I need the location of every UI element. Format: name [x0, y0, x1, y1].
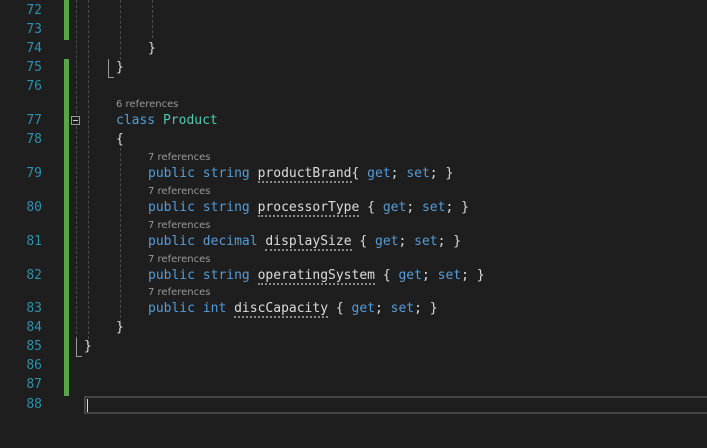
- keyword: get: [375, 234, 399, 249]
- closing-brace: }: [116, 320, 124, 335]
- closing-brace: }: [116, 60, 124, 75]
- type-keyword: string: [202, 268, 250, 283]
- collapse-icon[interactable]: [71, 116, 80, 125]
- line-number: 85: [26, 339, 42, 354]
- opening-brace: {: [116, 132, 124, 147]
- code-editor[interactable]: 72 73 74 75 76 77 78 79 80 81 82 83 84 8…: [0, 0, 707, 448]
- type-keyword: int: [202, 301, 227, 316]
- change-bar: [64, 59, 69, 396]
- keyword: public: [148, 301, 195, 316]
- keyword: set: [421, 200, 446, 215]
- property-declaration: public int discCapacity { get; set; }: [148, 301, 438, 318]
- keyword: public: [148, 200, 195, 215]
- keyword: get: [367, 166, 391, 181]
- line-number: 80: [26, 200, 42, 215]
- keyword: class: [116, 113, 156, 128]
- line-number: 83: [26, 301, 42, 316]
- outline-end-marker: [108, 59, 114, 78]
- codelens-references[interactable]: 7 references: [148, 152, 211, 164]
- line-number: 86: [26, 358, 42, 373]
- codelens-references[interactable]: 7 references: [148, 254, 211, 266]
- keyword: set: [414, 234, 438, 249]
- line-number: 88: [26, 397, 42, 412]
- indent-guide: [88, 0, 89, 344]
- line-number: 76: [26, 79, 42, 94]
- indent-guide: [120, 148, 121, 328]
- codelens-references[interactable]: 7 references: [148, 186, 211, 198]
- type-keyword: decimal: [202, 234, 258, 249]
- change-bar: [64, 0, 69, 40]
- line-number: 74: [26, 41, 42, 56]
- line-number: 75: [26, 60, 42, 75]
- line-number: 78: [26, 132, 42, 147]
- keyword: set: [437, 268, 462, 283]
- closing-brace: }: [84, 339, 92, 354]
- keyword: set: [390, 301, 415, 316]
- property-name: displaySize: [265, 234, 352, 251]
- text-caret: [87, 399, 88, 412]
- line-number: 84: [26, 320, 42, 335]
- property-name: processorType: [257, 200, 360, 217]
- current-line-highlight[interactable]: [84, 396, 707, 414]
- outline-end-marker: [76, 338, 82, 357]
- property-name: operatingSystem: [257, 268, 375, 285]
- line-number: 81: [26, 234, 42, 249]
- property-declaration: public string productBrand{ get; set; }: [148, 166, 454, 183]
- property-declaration: public string operatingSystem { get; set…: [148, 268, 485, 285]
- line-number: 82: [26, 268, 42, 283]
- keyword: public: [148, 166, 195, 181]
- codelens-references[interactable]: 7 references: [148, 287, 211, 299]
- outline-guide: [76, 126, 77, 344]
- property-declaration: public decimal displaySize { get; set; }: [148, 234, 462, 251]
- property-declaration: public string processorType { get; set; …: [148, 200, 469, 217]
- property-name: discCapacity: [234, 301, 329, 318]
- type-keyword: string: [202, 200, 250, 215]
- type-keyword: string: [202, 166, 250, 181]
- class-name: Product: [162, 113, 218, 128]
- keyword: public: [148, 268, 195, 283]
- keyword: public: [148, 234, 195, 249]
- class-declaration: class Product: [116, 112, 218, 130]
- indent-guide: [152, 0, 153, 38]
- keyword: get: [382, 200, 407, 215]
- line-number: 79: [26, 166, 42, 181]
- line-number: 72: [26, 3, 42, 18]
- outline-guide: [76, 0, 77, 114]
- line-number: 77: [26, 113, 42, 128]
- indent-guide: [120, 0, 121, 60]
- keyword: get: [351, 301, 375, 316]
- keyword: set: [406, 166, 430, 181]
- property-name: productBrand: [257, 166, 352, 183]
- line-number: 73: [26, 22, 42, 37]
- keyword: get: [398, 268, 422, 283]
- line-number: 87: [26, 377, 42, 392]
- codelens-references[interactable]: 6 references: [116, 99, 179, 111]
- closing-brace: }: [148, 41, 156, 56]
- codelens-references[interactable]: 7 references: [148, 220, 211, 232]
